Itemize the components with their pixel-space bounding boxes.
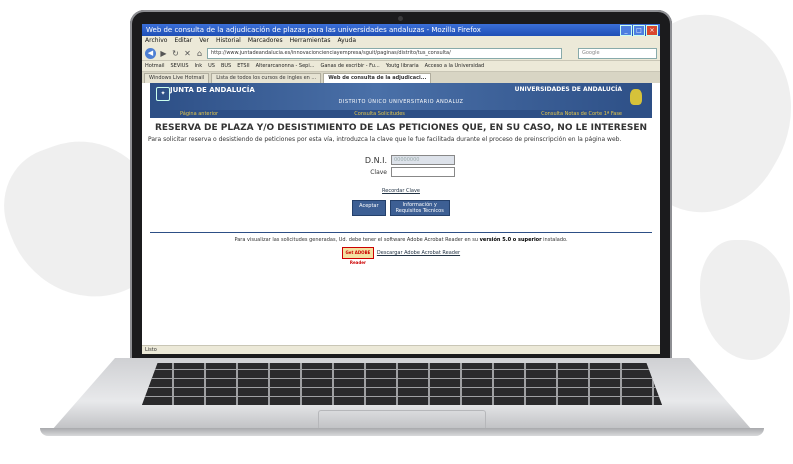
intro-text: Para solicitar reserva o desistiendo de … — [148, 136, 622, 143]
stop-button[interactable]: ✕ — [183, 49, 192, 58]
bookmarks-toolbar: Hotmail SEVIUS Ink US BUS ETSII Alterarc… — [142, 61, 660, 72]
bookmark-item[interactable]: SEVIUS — [171, 61, 189, 71]
bookmark-item[interactable]: Alterarcanonna - Sepi... — [256, 61, 315, 71]
clave-input[interactable] — [391, 167, 455, 177]
bookmark-item[interactable]: Ink — [195, 61, 203, 71]
login-form: D.N.I. 00000000 Clave Recordar Clave Ace… — [142, 154, 660, 216]
nav-consulta-notas[interactable]: Consulta Notas de Corte 1ª Fase — [541, 110, 622, 118]
menu-marcadores[interactable]: Marcadores — [248, 36, 283, 46]
adobe-note-suffix: instalado. — [543, 237, 568, 243]
clave-label: Clave — [370, 168, 387, 176]
url-bar[interactable]: http://www.juntadeandalucia.es/innovacio… — [207, 47, 562, 59]
site-header: ✦ JUNTA DE ANDALUCÍA UNIVERSIDADES DE AN… — [150, 83, 652, 110]
section-divider — [150, 232, 652, 233]
reload-button[interactable]: ↻ — [171, 49, 180, 58]
nav-consulta-solicitudes[interactable]: Consulta Solicitudes — [354, 110, 405, 118]
minimize-button[interactable]: _ — [620, 25, 632, 36]
laptop-front-edge — [40, 428, 764, 436]
bookmark-item[interactable]: US — [208, 61, 215, 71]
window-controls: _ □ × — [620, 25, 658, 36]
close-button[interactable]: × — [646, 25, 658, 36]
bookmark-item[interactable]: Ganas de escribir - Fu... — [320, 61, 379, 71]
page-title: RESERVA DE PLAZA Y/O DESISTIMIENTO DE LA… — [154, 123, 648, 133]
status-bar: Listo — [142, 345, 660, 354]
distrito-subtitle: DISTRITO ÚNICO UNIVERSITARIO ANDALUZ — [338, 99, 464, 105]
menu-ayuda[interactable]: Ayuda — [337, 36, 356, 46]
laptop-keyboard — [142, 363, 662, 405]
laptop-screen: Web de consulta de la adjudicación de pl… — [142, 24, 660, 354]
tab-consulta-adjudicacion[interactable]: Web de consulta de la adjudicaci... — [323, 73, 432, 83]
menu-historial[interactable]: Historial — [216, 36, 241, 46]
menu-editar[interactable]: Editar — [174, 36, 192, 46]
search-input[interactable]: Google — [578, 47, 657, 59]
adobe-note: Para visualizar las solicitudes generada… — [142, 237, 660, 243]
adobe-reader-badge[interactable]: Get ADOBE Reader — [341, 247, 374, 265]
tab-strip: Windows Live Hotmail Lista de todos los … — [142, 72, 660, 83]
adobe-note-version: versión 5.0 o superior — [479, 237, 542, 243]
adobe-download-row: Get ADOBE Reader Descargar Adobe Acrobat… — [142, 247, 660, 265]
window-titlebar: Web de consulta de la adjudicación de pl… — [142, 24, 660, 36]
navigation-toolbar: ◀ ▶ ↻ ✕ ⌂ http://www.juntadeandalucia.es… — [142, 46, 660, 61]
home-button[interactable]: ⌂ — [195, 49, 204, 58]
bookmark-item[interactable]: Youtg libraria — [386, 61, 419, 71]
clave-row: Clave — [142, 166, 660, 178]
dni-input[interactable]: 00000000 — [391, 155, 455, 165]
menu-ver[interactable]: Ver — [199, 36, 209, 46]
maximize-button[interactable]: □ — [633, 25, 645, 36]
dni-label: D.N.I. — [364, 155, 387, 165]
aceptar-button[interactable]: Aceptar — [352, 200, 386, 216]
window-title: Web de consulta de la adjudicación de pl… — [146, 26, 481, 34]
bookmark-item[interactable]: BUS — [221, 61, 231, 71]
menu-archivo[interactable]: Archivo — [145, 36, 167, 46]
informacion-button[interactable]: Información y Requisitos Técnicos — [389, 200, 450, 216]
recordar-clave-link[interactable]: Recordar Clave — [142, 188, 660, 194]
site-nav: Página anterior Consulta Solicitudes Con… — [150, 110, 652, 118]
back-button[interactable]: ◀ — [145, 47, 156, 59]
background-splash — [700, 240, 790, 360]
bookmark-item[interactable]: Acceso a la Universidad — [425, 61, 485, 71]
menu-herramientas[interactable]: Herramientas — [290, 36, 331, 46]
bookmark-item[interactable]: Hotmail — [145, 61, 165, 71]
tab-cursos-ingles[interactable]: Lista de todos los cursos de ingles en .… — [211, 73, 322, 83]
page-content: ✦ JUNTA DE ANDALUCÍA UNIVERSIDADES DE AN… — [142, 83, 660, 265]
dni-row: D.N.I. 00000000 — [142, 154, 660, 166]
camera — [398, 16, 403, 21]
download-adobe-link[interactable]: Descargar Adobe Acrobat Reader — [377, 250, 460, 256]
junta-title: JUNTA DE ANDALUCÍA — [170, 86, 255, 94]
tab-hotmail[interactable]: Windows Live Hotmail — [144, 73, 210, 83]
form-buttons: Aceptar Información y Requisitos Técnico… — [142, 200, 660, 216]
informacion-button-line2: Requisitos Técnicos — [395, 208, 444, 214]
laptop-lid: Web de consulta de la adjudicación de pl… — [130, 10, 672, 362]
adobe-note-prefix: Para visualizar las solicitudes generada… — [234, 237, 479, 243]
universidades-title: UNIVERSIDADES DE ANDALUCÍA — [514, 86, 622, 93]
nav-pagina-anterior[interactable]: Página anterior — [180, 110, 218, 118]
bookmark-item[interactable]: ETSII — [237, 61, 249, 71]
forward-button[interactable]: ▶ — [159, 49, 168, 58]
menu-bar: Archivo Editar Ver Historial Marcadores … — [142, 36, 660, 46]
